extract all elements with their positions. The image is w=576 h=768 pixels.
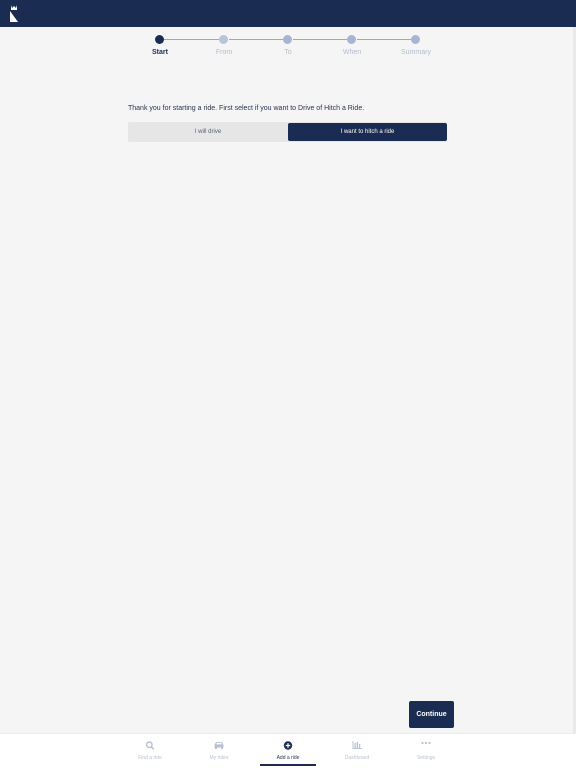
nav-label: Settings <box>416 755 436 761</box>
ride-mode-toggle: I will drive I want to hitch a ride <box>128 122 447 142</box>
step-connector <box>357 38 411 40</box>
hitch-ride-option-button[interactable]: I want to hitch a ride <box>288 123 447 141</box>
active-tab-indicator <box>260 764 316 766</box>
car-icon <box>214 742 224 749</box>
step-connector <box>293 38 347 40</box>
step-dot-from[interactable] <box>219 35 228 44</box>
step-label-to: To <box>284 49 292 56</box>
nav-find-a-ride[interactable]: Find a ride <box>122 734 178 768</box>
nav-settings[interactable]: Settings <box>398 734 454 768</box>
step-label-from: From <box>215 49 233 56</box>
step-label-start: Start <box>152 49 168 56</box>
nav-label: My rides <box>209 755 229 761</box>
bar-chart-icon <box>352 741 362 749</box>
drive-option-button[interactable]: I will drive <box>128 122 288 142</box>
step-dot-summary[interactable] <box>411 35 420 44</box>
step-connector <box>164 38 219 40</box>
intro-text: Thank you for starting a ride. First sel… <box>128 105 365 112</box>
step-label-when: When <box>342 49 362 56</box>
step-dot-start[interactable] <box>155 35 164 44</box>
continue-button[interactable]: Continue <box>409 701 454 728</box>
nav-label: Add a ride <box>276 755 300 761</box>
plus-circle-icon <box>283 741 293 750</box>
step-label-summary: Summary <box>401 49 431 56</box>
search-icon <box>145 741 155 750</box>
royal-crest-logo-icon <box>10 5 18 22</box>
step-dot-to[interactable] <box>283 35 292 44</box>
more-icon <box>421 741 431 745</box>
top-bar <box>0 0 576 27</box>
bottom-navigation: Find a ride My rides Add a ride Dashboar… <box>0 733 576 768</box>
nav-dashboard[interactable]: Dashboard <box>329 734 385 768</box>
step-connector <box>229 38 283 40</box>
nav-label: Dashboard <box>344 755 370 761</box>
nav-add-a-ride[interactable]: Add a ride <box>260 734 316 768</box>
nav-my-rides[interactable]: My rides <box>191 734 247 768</box>
nav-label: Find a ride <box>138 755 162 761</box>
step-dot-when[interactable] <box>347 35 356 44</box>
